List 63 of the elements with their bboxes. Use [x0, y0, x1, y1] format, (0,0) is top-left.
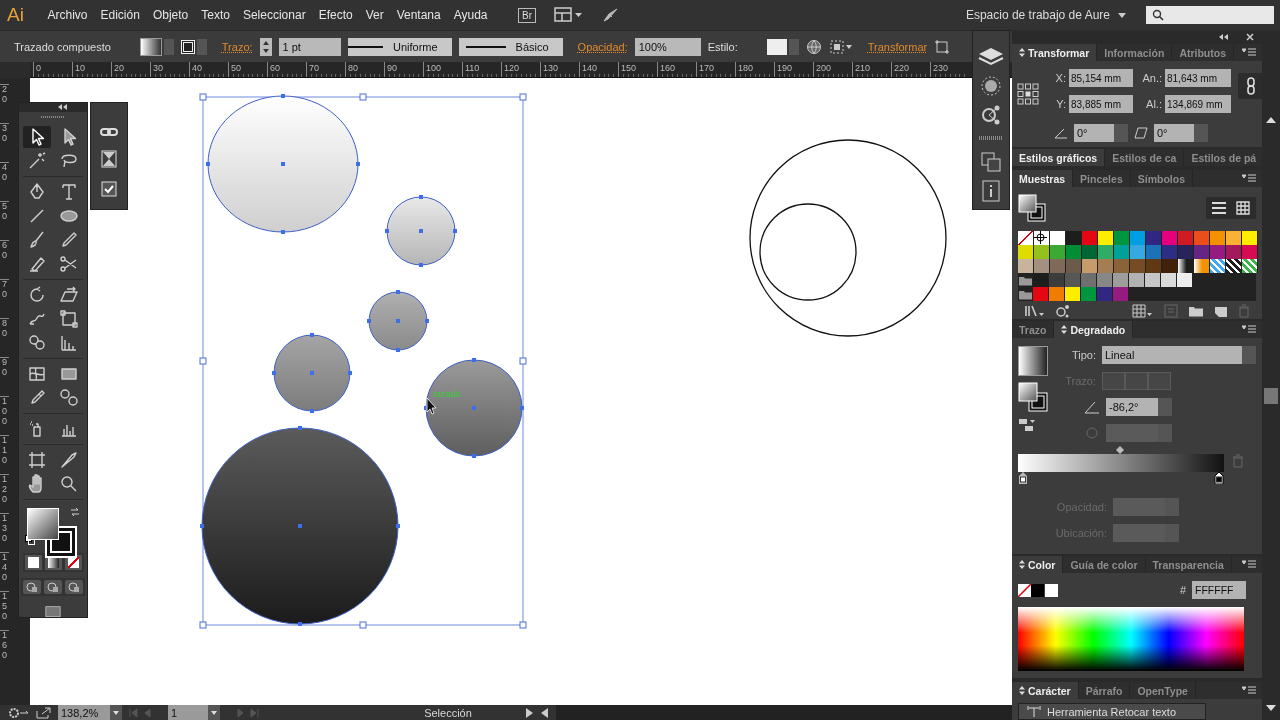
smart-guide-label: razado [433, 389, 461, 399]
ruler-label: 50 [0, 201, 9, 240]
ruler-label: 20 [0, 84, 9, 123]
ruler-label: 120 [0, 474, 9, 513]
current-tool-label: Selección [423, 706, 473, 719]
app-logo: Ai [7, 4, 25, 26]
ruler-label: 100 [0, 396, 9, 435]
rotate-dropdown[interactable]: 0° [1074, 124, 1128, 142]
ruler-label: 80 [0, 318, 9, 357]
field-label: An.: [1141, 72, 1162, 84]
panel-tab[interactable]: Estilos de ca [1105, 149, 1185, 166]
artboard-field[interactable]: 1 [168, 705, 208, 720]
shear-dropdown[interactable]: 0° [1154, 124, 1208, 142]
menu-item[interactable]: Ver [359, 8, 391, 22]
opacity-field[interactable]: 100% [634, 37, 701, 56]
ruler-label: 160 [0, 630, 9, 669]
transform-link[interactable]: Transformar [867, 40, 928, 53]
menu-item[interactable]: Objeto [146, 8, 195, 22]
panel-tab[interactable]: Carácter [1012, 682, 1079, 699]
ruler-label: 90 [0, 357, 9, 396]
ruler-label: 140 [0, 552, 9, 591]
field-label: Al.: [1145, 98, 1162, 110]
ruler-label: 150 [0, 591, 9, 630]
transform-field[interactable]: 85,154 mm [1069, 69, 1133, 87]
ruler-label: 70 [0, 279, 9, 318]
hex-label: # [1179, 584, 1186, 596]
menu-item[interactable]: Seleccionar [236, 8, 313, 22]
ruler-label: 110 [0, 435, 9, 474]
menu-item[interactable]: Efecto [312, 8, 360, 22]
touch-type-button[interactable]: Herramienta Retocar texto [1018, 703, 1206, 720]
menu-item[interactable]: Ayuda [447, 8, 495, 22]
transform-field[interactable]: 81,643 mm [1165, 69, 1231, 87]
ruler-label: 130 [0, 513, 9, 552]
menu-item[interactable]: Archivo [41, 8, 94, 22]
panel-tab[interactable]: Muestras [1012, 170, 1074, 187]
hex-field[interactable]: FFFFFF [1192, 581, 1246, 599]
transform-field[interactable]: 134,869 mm [1165, 95, 1231, 113]
ruler-label: 40 [0, 162, 9, 201]
panel-tab[interactable]: Transformar [1012, 44, 1098, 61]
panel-tab[interactable]: Degradado [1054, 321, 1134, 338]
stroke-link[interactable]: Trazo: [221, 40, 253, 53]
ruler-label: 30 [0, 123, 9, 162]
opacity-link[interactable]: Opacidad: [577, 40, 628, 53]
stroke-weight-field[interactable]: 1 pt [278, 37, 341, 56]
brush-dropdown[interactable]: Básico [458, 37, 563, 56]
menu-item[interactable]: Edición [94, 8, 147, 22]
angle-dropdown[interactable]: -86,2° [1106, 398, 1172, 416]
stroke-profile-dropdown[interactable]: Uniforme [347, 37, 452, 56]
field-label: X: [1054, 72, 1066, 84]
ruler-label: 60 [0, 240, 9, 279]
type-dropdown[interactable]: Lineal [1102, 346, 1256, 364]
style-label: Estilo: [707, 40, 738, 53]
bridge-button[interactable]: Br [518, 7, 537, 23]
menu-item[interactable]: Texto [194, 8, 237, 22]
type-label: Tipo: [1070, 349, 1096, 361]
menu-item[interactable]: Ventana [390, 8, 448, 22]
panel-tab[interactable]: Estilos gráficos [1012, 149, 1106, 166]
zoom-field[interactable]: 138,2% [58, 705, 110, 720]
transform-field[interactable]: 83,885 mm [1069, 95, 1133, 113]
workspace-dropdown[interactable]: Espacio de trabajo de Aure [965, 8, 1126, 22]
selection-type-label: Trazado compuesto [14, 40, 111, 53]
panel-tab[interactable]: Color [1012, 556, 1064, 573]
field-label: Y: [1055, 98, 1066, 110]
